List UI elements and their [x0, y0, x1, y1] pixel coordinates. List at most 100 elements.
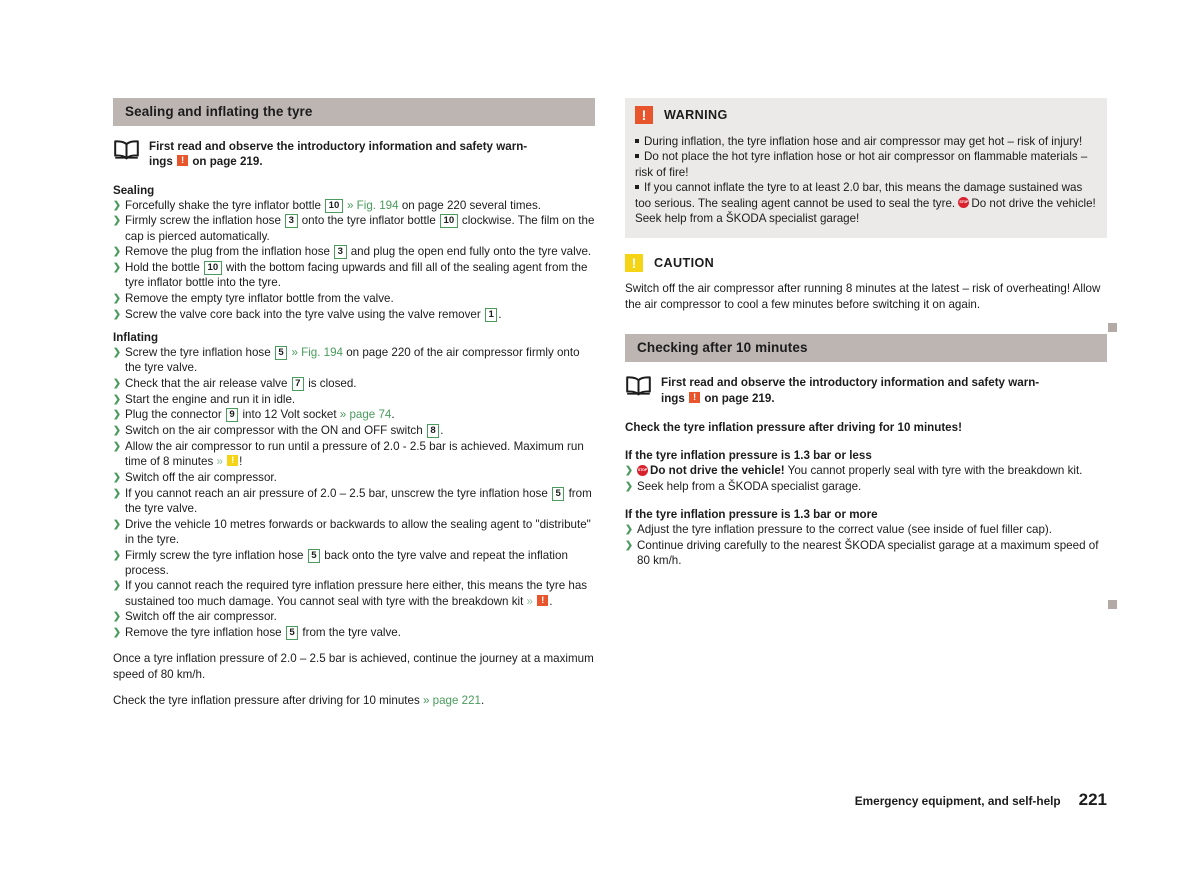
part-reference-number: 5 [552, 486, 565, 501]
stop-sign-icon [637, 464, 648, 476]
step-text: Switch off the air compressor. [125, 610, 277, 624]
margin-change-marker [1108, 600, 1117, 609]
warning-box-title: WARNING [664, 108, 728, 122]
xref-page-221[interactable]: » page 221 [423, 694, 481, 707]
part-reference-number: 10 [440, 214, 458, 229]
step-text: Start the engine and run it in idle. [125, 392, 296, 406]
closing-paragraph-2-tail: . [481, 693, 485, 707]
section-header-checking-after-10-minutes: Checking after 10 minutes [625, 334, 1107, 363]
open-book-icon [113, 140, 140, 165]
step-text: Allow the air compressor to run until a … [125, 439, 584, 469]
step-text: from the tyre valve. [299, 626, 401, 640]
part-reference-number: 7 [291, 376, 304, 391]
step-text: Screw the valve core back into the tyre … [125, 307, 484, 321]
step-item: Switch on the air compressor with the ON… [113, 423, 595, 439]
step-item: Continue driving carefully to the neares… [625, 538, 1107, 568]
step-item: Firmly screw the tyre inflation hose 5 b… [113, 548, 595, 578]
step-text: If you cannot reach the required tyre in… [125, 579, 588, 608]
part-reference-number: 5 [274, 345, 288, 360]
warning-item: If you cannot inflate the tyre to at lea… [635, 180, 1096, 226]
page-footer: Emergency equipment, and self-help 221 [855, 790, 1107, 810]
caution-body-text: Switch off the air compressor after runn… [625, 282, 1101, 311]
step-text: Continue driving carefully to the neares… [637, 538, 1099, 568]
cross-reference-link[interactable]: » page 74 [340, 408, 392, 421]
step-item: Remove the tyre inflation hose 5 from th… [113, 625, 595, 641]
margin-change-marker [1108, 323, 1117, 332]
step-item: Allow the air compressor to run until a … [113, 439, 595, 469]
warning-item: Do not place the hot tyre inflation hose… [635, 149, 1096, 180]
part-reference-number: 3 [285, 214, 298, 229]
caution-box-title: CAUTION [654, 256, 715, 271]
read-first-line1: First read and observe the introductory … [661, 376, 1040, 390]
step-item: Seek help from a ŠKODA specialist garage… [625, 479, 1107, 495]
step-text: Plug the connector [125, 408, 225, 422]
subheading-sealing: Sealing [113, 183, 155, 197]
warning-box-header: WARNING [635, 106, 1096, 124]
step-item: Switch off the air compressor. [113, 470, 595, 486]
closing-paragraph-1: Once a tyre inflation pressure of 2.0 – … [113, 652, 594, 681]
part-reference-number: 10 [204, 261, 222, 276]
cross-reference-arrow-icon: » [526, 594, 537, 608]
cross-reference-arrow-icon: » [216, 455, 227, 469]
right-column: WARNING During inflation, the tyre infla… [625, 98, 1107, 569]
subheading-inflating: Inflating [113, 330, 159, 344]
inflating-steps-list: Screw the tyre inflation hose 5 » Fig. 1… [113, 345, 595, 641]
warning-glyph-icon [177, 154, 189, 167]
step-text: Screw the tyre inflation hose [125, 345, 274, 359]
part-reference-number: 10 [325, 198, 343, 213]
step-item: Remove the empty tyre inflator bottle fr… [113, 291, 595, 307]
step-text: If you cannot reach an air pressure of 2… [125, 486, 551, 500]
check-lead-paragraph: Check the tyre inflation pressure after … [625, 420, 962, 434]
step-text: You cannot properly seal with tyre with … [784, 464, 1083, 478]
step-item: If you cannot reach the required tyre in… [113, 578, 595, 608]
sealing-steps-list: Forcefully shake the tyre inflator bottl… [113, 198, 595, 323]
step-text: Adjust the tyre inflation pressure to th… [637, 523, 1053, 537]
read-first-line2b: on page 219. [192, 155, 263, 169]
read-first-line2a: ings [661, 391, 685, 405]
square-bullet-icon [635, 154, 639, 159]
step-item: Start the engine and run it in idle. [113, 392, 595, 408]
step-item: Check that the air release valve 7 is cl… [113, 376, 595, 392]
part-reference-number: 5 [285, 626, 299, 641]
warning-badge-icon [635, 106, 653, 124]
warning-glyph-icon [689, 391, 701, 404]
warning-item-text: During inflation, the tyre inflation hos… [644, 135, 1083, 148]
emphasis-text: Do not drive the vehicle! [650, 464, 785, 478]
step-text: . [549, 594, 553, 608]
step-item: Switch off the air compressor. [113, 609, 595, 625]
step-text: ! [239, 455, 243, 469]
step-text: Firmly screw the inflation hose [125, 214, 285, 228]
step-text: onto the tyre inflator bottle [298, 214, 439, 228]
pressure-high-steps-list: Adjust the tyre inflation pressure to th… [625, 522, 1107, 568]
step-text: Switch off the air compressor. [125, 470, 277, 484]
step-text: Remove the empty tyre inflator bottle fr… [125, 292, 394, 305]
step-text: into 12 Volt socket [239, 408, 340, 422]
read-first-line2b: on page 219. [704, 391, 775, 405]
caution-badge-icon [625, 254, 643, 273]
closing-paragraph-2: Check the tyre inflation pressure after … [113, 693, 595, 708]
section-header-sealing-inflating: Sealing and inflating the tyre [113, 98, 595, 126]
step-text: Remove the plug from the inflation hose [125, 245, 334, 259]
part-reference-number: 5 [307, 548, 321, 563]
step-text: Forcefully shake the tyre inflator bottl… [125, 198, 325, 212]
read-first-line1: First read and observe the introductory … [149, 140, 528, 153]
part-reference-number: 1 [484, 307, 498, 322]
step-text: Firmly screw the tyre inflation hose [125, 548, 307, 562]
cross-reference-link[interactable]: » Fig. 194 [288, 346, 343, 359]
step-text: Switch on the air compressor with the ON… [125, 424, 426, 438]
step-item: Forcefully shake the tyre inflator bottl… [113, 198, 595, 214]
cross-reference-link[interactable]: » Fig. 194 [344, 199, 399, 212]
step-text: Remove the tyre inflation hose [125, 626, 285, 640]
read-first-text-right: First read and observe the introductory … [661, 374, 1039, 406]
open-book-icon [625, 376, 652, 401]
step-item: Plug the connector 9 into 12 Volt socket… [113, 407, 595, 423]
step-item: Drive the vehicle 10 metres forwards or … [113, 517, 595, 547]
warning-item: During inflation, the tyre inflation hos… [635, 134, 1096, 149]
read-first-note-left: First read and observe the introductory … [113, 138, 595, 170]
caution-box-body: Switch off the air compressor after runn… [625, 281, 1107, 312]
step-text: is closed. [304, 376, 357, 390]
step-text: Hold the bottle [125, 261, 203, 275]
read-first-text-left: First read and observe the introductory … [149, 138, 527, 170]
footer-chapter-title: Emergency equipment, and self-help [854, 794, 1061, 808]
step-item: Screw the valve core back into the tyre … [113, 307, 595, 323]
